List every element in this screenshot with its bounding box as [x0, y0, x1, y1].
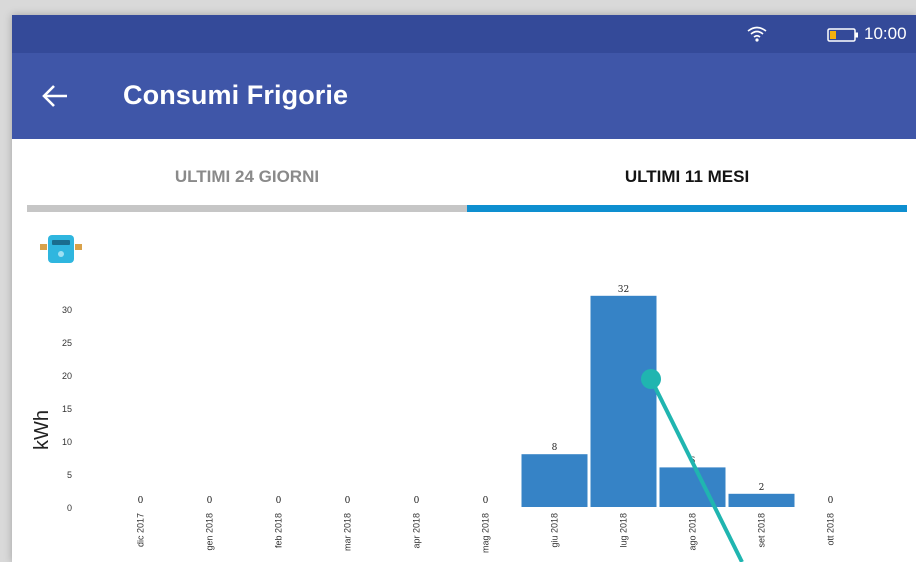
data-label: 0	[207, 496, 213, 506]
app-screen: 10:00 Consumi Frigorie ULTIMI 24 GIORNI …	[12, 15, 916, 562]
x-tick-label: mag 2018	[481, 513, 491, 553]
y-tick-label: 5	[67, 470, 72, 480]
data-label: 8	[552, 443, 558, 453]
bar	[659, 467, 726, 507]
y-axis-label: kWh	[31, 410, 53, 450]
data-label: 32	[618, 285, 629, 295]
y-tick-label: 25	[62, 338, 72, 348]
bar	[590, 295, 657, 507]
data-label: 2	[759, 483, 765, 493]
x-tick-label: gen 2018	[205, 513, 215, 551]
x-tick-label: dic 2017	[136, 513, 146, 547]
data-label: 6	[690, 456, 696, 466]
bar	[521, 454, 588, 507]
y-tick-label: 20	[62, 371, 72, 381]
x-tick-label: ott 2018	[826, 513, 836, 546]
x-tick-label: ago 2018	[688, 513, 698, 551]
bar-chart: kWh0510152025300dic 20170gen 20180feb 20…	[31, 285, 836, 553]
data-label: 0	[828, 496, 834, 506]
data-label: 0	[276, 496, 282, 506]
x-tick-label: giu 2018	[550, 513, 560, 548]
x-tick-label: lug 2018	[619, 513, 629, 548]
y-tick-label: 0	[67, 503, 72, 513]
bar	[728, 493, 795, 507]
data-label: 0	[345, 496, 351, 506]
y-tick-label: 10	[62, 437, 72, 447]
x-tick-label: apr 2018	[412, 513, 422, 549]
data-label: 0	[414, 496, 420, 506]
x-tick-label: feb 2018	[274, 513, 284, 548]
data-label: 0	[483, 496, 489, 506]
x-tick-label: mar 2018	[343, 513, 353, 551]
data-label: 0	[138, 496, 144, 506]
y-tick-label: 15	[62, 404, 72, 414]
x-tick-label: set 2018	[757, 513, 767, 548]
y-tick-label: 30	[62, 305, 72, 315]
